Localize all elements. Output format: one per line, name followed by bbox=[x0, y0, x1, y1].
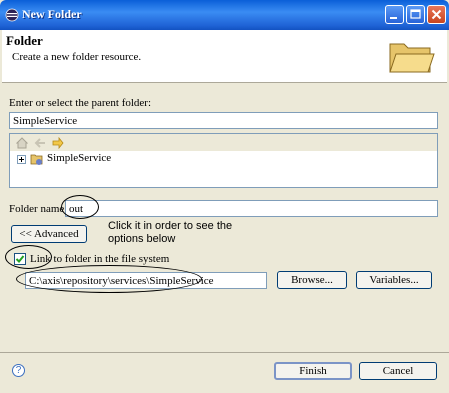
link-checkbox-label: Link to folder in the file system bbox=[30, 253, 170, 265]
maximize-button[interactable] bbox=[406, 5, 425, 24]
close-button[interactable] bbox=[427, 5, 446, 24]
minimize-icon bbox=[390, 17, 397, 19]
expand-icon[interactable] bbox=[17, 155, 26, 164]
wizard-header: Folder Create a new folder resource. bbox=[2, 30, 447, 83]
annotation-line-2: options below bbox=[108, 233, 176, 245]
footer-separator bbox=[0, 352, 449, 353]
new-folder-dialog: New Folder Folder Create a new folder re… bbox=[0, 0, 449, 393]
checkmark-icon bbox=[15, 255, 25, 263]
header-title: Folder bbox=[6, 33, 43, 48]
close-icon bbox=[431, 9, 442, 20]
title-bar[interactable]: New Folder bbox=[0, 0, 449, 30]
folder-icon bbox=[389, 43, 435, 73]
parent-folder-label: Enter or select the parent folder: bbox=[9, 97, 152, 109]
annotation-text: Click it in order to see the options bel… bbox=[108, 220, 232, 246]
parent-folder-tree[interactable]: SimpleService bbox=[9, 133, 438, 188]
window-title: New Folder bbox=[22, 7, 82, 21]
advanced-button[interactable]: << Advanced bbox=[11, 225, 87, 243]
cancel-button[interactable]: Cancel bbox=[359, 362, 437, 380]
link-path-input[interactable]: C:\axis\repository\services\SimpleServic… bbox=[25, 272, 267, 289]
annotation-line-1: Click it in order to see the bbox=[108, 220, 233, 232]
minimize-button[interactable] bbox=[385, 5, 404, 24]
help-icon[interactable]: ? bbox=[12, 364, 25, 377]
back-arrow-icon[interactable] bbox=[34, 137, 46, 149]
finish-button[interactable]: Finish bbox=[274, 362, 352, 380]
project-icon bbox=[30, 154, 43, 165]
tree-toolbar bbox=[10, 134, 437, 151]
parent-folder-input[interactable]: SimpleService bbox=[9, 112, 438, 129]
home-icon[interactable] bbox=[16, 137, 28, 149]
forward-arrow-icon[interactable] bbox=[52, 137, 64, 149]
tree-item-label[interactable]: SimpleService bbox=[47, 152, 111, 164]
folder-name-input[interactable]: out bbox=[65, 200, 438, 217]
eclipse-icon bbox=[5, 8, 19, 22]
header-description: Create a new folder resource. bbox=[12, 51, 142, 63]
folder-name-label: Folder name: bbox=[9, 203, 68, 215]
maximize-icon bbox=[410, 9, 421, 19]
link-checkbox[interactable] bbox=[14, 253, 26, 265]
browse-button[interactable]: Browse... bbox=[277, 271, 347, 289]
variables-button[interactable]: Variables... bbox=[356, 271, 432, 289]
